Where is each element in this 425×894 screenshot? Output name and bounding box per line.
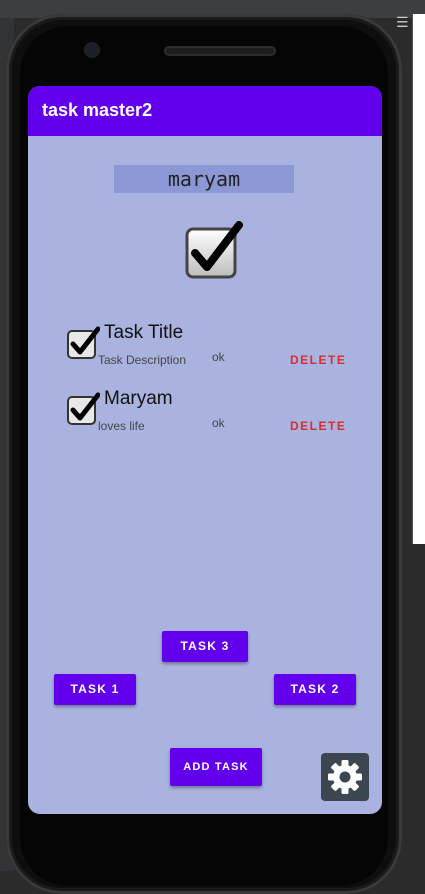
earpiece-speaker <box>164 46 276 56</box>
checkbox-checked-icon[interactable] <box>66 392 100 426</box>
add-task-button[interactable]: ADD TASK <box>170 748 262 786</box>
username-display: maryam <box>114 165 294 193</box>
front-camera <box>86 44 98 56</box>
task-state: ok <box>212 350 225 364</box>
ide-side-gutter <box>412 546 425 871</box>
delete-button[interactable]: DELETE <box>290 353 346 367</box>
settings-button[interactable] <box>321 753 369 801</box>
task-item[interactable]: Task Title Task Description ok DELETE <box>28 322 382 382</box>
task-description: Task Description <box>98 353 187 367</box>
checkbox-checked-icon[interactable] <box>183 221 243 281</box>
checkbox-checked-icon[interactable] <box>66 326 100 360</box>
task-state: ok <box>212 416 225 430</box>
task2-button[interactable]: TASK 2 <box>274 674 356 705</box>
task-item[interactable]: Maryam loves life ok DELETE <box>28 388 382 448</box>
gear-icon <box>328 760 362 794</box>
task-title: Maryam <box>104 388 173 409</box>
app-bar: task master2 <box>28 86 382 136</box>
hamburger-menu-icon[interactable]: ☰ <box>396 16 410 30</box>
task3-button[interactable]: TASK 3 <box>162 631 248 662</box>
task-title: Task Title <box>104 322 184 343</box>
app-title: task master2 <box>42 100 153 120</box>
task1-button[interactable]: TASK 1 <box>54 674 136 705</box>
ide-side-panel <box>412 14 425 544</box>
delete-button[interactable]: DELETE <box>290 419 346 433</box>
app-screen: task master2 maryam Task Title Task Desc… <box>28 86 382 814</box>
task-description: loves life <box>98 419 145 433</box>
